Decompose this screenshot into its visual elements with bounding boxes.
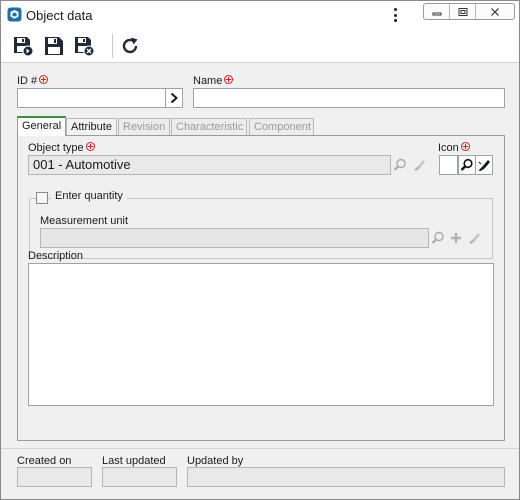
minimize-button[interactable] xyxy=(424,4,451,19)
save-and-new-icon xyxy=(14,37,34,57)
save-icon xyxy=(45,37,63,55)
measurement-unit-field[interactable] xyxy=(40,228,429,248)
tab-characteristic[interactable]: Characteristic xyxy=(171,118,247,136)
toolbar-separator xyxy=(112,34,113,58)
object-data-window: Object data ID # Name General Attribute … xyxy=(0,0,520,500)
object-type-search-button[interactable] xyxy=(391,155,409,175)
eraser-icon xyxy=(414,160,425,171)
title-bar: Object data xyxy=(1,1,519,29)
refresh-icon xyxy=(122,37,138,54)
measurement-unit-add-button[interactable] xyxy=(447,228,465,248)
object-type-clear-button[interactable] xyxy=(410,155,428,175)
tab-revision[interactable]: Revision xyxy=(118,118,170,136)
object-type-label-text: Object type xyxy=(28,142,84,154)
required-icon xyxy=(224,75,234,84)
eraser-icon xyxy=(478,160,490,171)
icon-search-button[interactable] xyxy=(458,155,476,175)
last-updated-label: Last updated xyxy=(102,455,166,467)
footer-divider xyxy=(1,448,519,449)
created-on-field xyxy=(17,467,92,487)
search-icon xyxy=(393,158,406,171)
save-button[interactable] xyxy=(43,35,65,57)
cube-app-icon xyxy=(7,7,22,22)
required-icon xyxy=(39,75,49,84)
updated-by-label: Updated by xyxy=(187,455,244,467)
measurement-unit-label: Measurement unit xyxy=(40,215,129,227)
chevron-right-icon xyxy=(170,92,178,104)
updated-by-field xyxy=(187,467,505,487)
search-icon xyxy=(431,231,444,244)
object-type-field[interactable]: 001 - Automotive xyxy=(28,155,391,175)
window-title: Object data xyxy=(26,8,93,23)
enter-quantity-label: Enter quantity xyxy=(51,190,127,202)
name-label-text: Name xyxy=(193,75,223,87)
save-and-new-button[interactable] xyxy=(12,35,34,57)
enter-quantity-checkbox[interactable] xyxy=(36,192,48,204)
plus-icon xyxy=(451,233,461,243)
window-controls xyxy=(423,3,515,20)
quantity-groupbox: Enter quantity Measurement unit xyxy=(29,190,493,259)
tab-attribute[interactable]: Attribute xyxy=(66,118,117,136)
description-textarea[interactable] xyxy=(28,263,494,406)
minimize-icon xyxy=(432,12,442,15)
name-field[interactable] xyxy=(193,88,505,108)
icon-preview-field xyxy=(439,155,458,175)
more-options-icon[interactable] xyxy=(390,7,400,23)
name-label: Name xyxy=(193,75,234,87)
measurement-unit-clear-button[interactable] xyxy=(465,228,483,248)
save-and-close-icon xyxy=(75,37,95,57)
icon-label: Icon xyxy=(438,142,470,154)
created-on-label: Created on xyxy=(17,455,72,467)
refresh-button[interactable] xyxy=(119,35,141,57)
required-icon xyxy=(460,142,470,151)
maximize-icon xyxy=(458,7,468,16)
last-updated-field xyxy=(102,467,177,487)
toolbar xyxy=(1,29,519,63)
tab-general[interactable]: General xyxy=(17,116,66,136)
save-and-close-button[interactable] xyxy=(73,35,95,57)
next-id-button[interactable] xyxy=(165,88,183,108)
required-icon xyxy=(85,142,95,151)
description-label: Description xyxy=(28,250,84,262)
icon-label-text: Icon xyxy=(438,142,459,154)
tab-component[interactable]: Component xyxy=(249,118,314,136)
id-label-text: ID # xyxy=(17,75,38,87)
maximize-button[interactable] xyxy=(450,4,477,19)
close-icon xyxy=(491,7,500,16)
id-label: ID # xyxy=(17,75,49,87)
eraser-icon xyxy=(469,233,480,244)
measurement-unit-search-button[interactable] xyxy=(429,228,447,248)
close-button[interactable] xyxy=(476,4,514,19)
id-field[interactable] xyxy=(17,88,166,108)
general-tab-panel: Object type 001 - Automotive Icon Enter … xyxy=(17,135,505,441)
form-content: ID # Name General Attribute Revision Cha… xyxy=(1,64,519,499)
search-icon xyxy=(460,158,473,171)
icon-clear-button[interactable] xyxy=(475,155,493,175)
object-type-label: Object type xyxy=(28,142,95,154)
